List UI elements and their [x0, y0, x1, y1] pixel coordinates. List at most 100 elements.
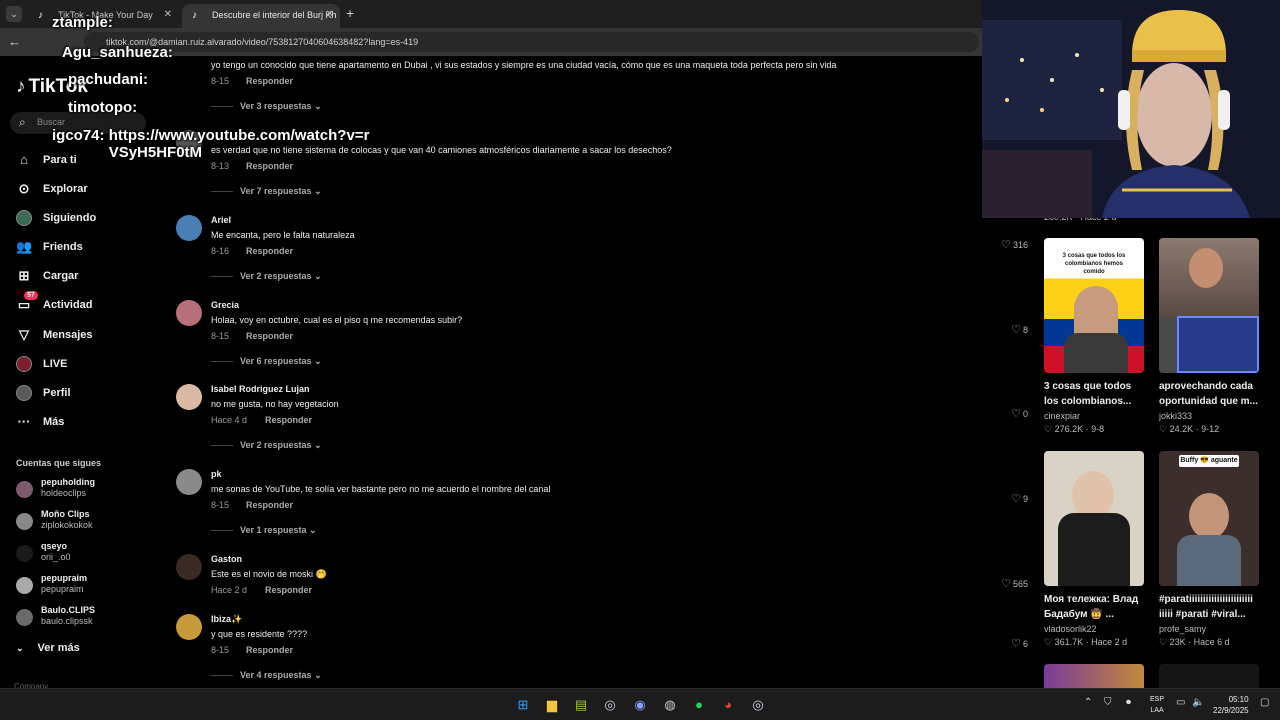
- followed-account[interactable]: pepuholding holdeoclips: [16, 477, 156, 503]
- comment-text: me sonas de YouTube, te solía ver bastan…: [211, 484, 551, 494]
- view-replies-button[interactable]: Ver 6 respuestas ⌄: [211, 356, 322, 367]
- view-replies-label: Ver 3 respuestas: [240, 101, 312, 111]
- video-author[interactable]: profe_samy: [1159, 624, 1259, 634]
- spotify-icon[interactable]: ●: [689, 695, 709, 715]
- tab-list-button[interactable]: ⌄: [6, 6, 22, 22]
- video-card[interactable]: Моя тележка: Влад Бадабум 🤠 ... vladosor…: [1044, 451, 1144, 648]
- notification-icon[interactable]: ▢: [1260, 697, 1269, 708]
- followed-account[interactable]: Moño Clips ziplokokokok: [16, 509, 156, 535]
- clock[interactable]: 05:10 22/9/2025: [1213, 694, 1249, 716]
- close-tab-icon[interactable]: ✕: [326, 9, 334, 20]
- nav-perfil[interactable]: Perfil: [16, 385, 156, 405]
- person-shirt: [1064, 333, 1128, 373]
- video-thumbnail[interactable]: [1044, 664, 1144, 688]
- video-thumbnail[interactable]: 3 cosas que todos los colombianos hemos …: [1044, 238, 1144, 373]
- network-icon[interactable]: ▭: [1176, 697, 1185, 708]
- security-icon[interactable]: ⛉: [1104, 697, 1112, 708]
- browser-tab-active[interactable]: ♪ Descubre el interior del Burj Kh ✕: [182, 4, 340, 28]
- see-more-button[interactable]: ⌄ Ver más: [16, 642, 80, 654]
- like-button[interactable]: ♡ 0: [1011, 407, 1028, 420]
- reply-button[interactable]: Responder: [246, 500, 293, 510]
- nav-actividad[interactable]: ▭ 57 Actividad: [16, 291, 156, 317]
- discord-icon[interactable]: ◉: [630, 695, 650, 715]
- file-explorer-icon[interactable]: ▆: [542, 695, 562, 715]
- video-title[interactable]: 3 cosas que todos los colombianos...: [1044, 379, 1144, 409]
- nav-label: Perfil: [43, 387, 71, 399]
- video-author[interactable]: cinexpiar: [1044, 411, 1144, 421]
- comment-username[interactable]: pk: [211, 469, 222, 479]
- comment-username[interactable]: Ibiza✨: [211, 614, 242, 625]
- nav-siguiendo[interactable]: Siguiendo: [16, 210, 156, 230]
- reply-button[interactable]: Responder: [246, 76, 293, 86]
- like-button[interactable]: ♡ 9: [1011, 492, 1028, 505]
- avatar: [176, 384, 202, 410]
- like-button[interactable]: ♡ 8: [1011, 323, 1028, 336]
- view-replies-button[interactable]: Ver 1 respuesta ⌄: [211, 525, 317, 536]
- video-likes: 24.2K: [1169, 424, 1194, 434]
- nav-live[interactable]: LIVE: [16, 356, 156, 376]
- like-count: 565: [1012, 579, 1028, 589]
- reply-button[interactable]: Responder: [246, 246, 293, 256]
- nav-friends[interactable]: 👥 Friends: [16, 239, 156, 259]
- obs-icon[interactable]: ◍: [660, 695, 680, 715]
- followed-account[interactable]: pepupraim pepupraim: [16, 573, 156, 599]
- video-card[interactable]: Buffy 😎 aguante #paratiiiiiiiiiiiiiiiiii…: [1159, 451, 1259, 648]
- like-button[interactable]: ♡ 565: [1001, 577, 1028, 590]
- chevron-up-icon[interactable]: ⌃: [1084, 697, 1092, 708]
- video-title[interactable]: aprovechando cada oportunidad que m...: [1159, 379, 1259, 409]
- new-tab-button[interactable]: +: [346, 5, 354, 21]
- windows-start-icon[interactable]: ⊞: [513, 695, 533, 715]
- comment-username[interactable]: Grecia: [211, 300, 239, 310]
- volume-icon[interactable]: 🔈: [1192, 697, 1204, 708]
- video-card[interactable]: aprovechando cada oportunidad que m... j…: [1159, 238, 1259, 435]
- video-card[interactable]: 3 cosas que todos los colombianos hemos …: [1044, 238, 1144, 435]
- nav-mas[interactable]: ··· Más: [16, 414, 156, 434]
- video-date: Hace 6 d: [1193, 637, 1230, 647]
- url-field[interactable]: tiktok.com/@damian.ruiz.alvarado/video/7…: [84, 32, 979, 52]
- send-icon: ▽: [19, 327, 29, 342]
- view-replies-button[interactable]: Ver 3 respuestas ⌄: [211, 101, 322, 112]
- video-thumbnail[interactable]: [1159, 664, 1259, 688]
- video-thumbnail[interactable]: Buffy 😎 aguante: [1159, 451, 1259, 586]
- reply-button[interactable]: Responder: [246, 161, 293, 171]
- view-replies-button[interactable]: Ver 2 respuestas ⌄: [211, 271, 322, 282]
- language-indicator[interactable]: ESP LAA: [1150, 694, 1164, 716]
- view-replies-button[interactable]: Ver 4 respuestas ⌄: [211, 670, 322, 681]
- like-button[interactable]: ♡ 6: [1011, 637, 1028, 650]
- view-replies-button[interactable]: Ver 7 respuestas ⌄: [211, 186, 322, 197]
- heart-icon: ♡: [1001, 578, 1011, 590]
- video-author[interactable]: jokki333: [1159, 411, 1259, 421]
- like-button[interactable]: ♡ 316: [1001, 238, 1028, 251]
- video-thumbnail[interactable]: [1159, 238, 1259, 373]
- app-icon[interactable]: ▤: [571, 695, 591, 715]
- mic-icon[interactable]: ⏺: [1126, 697, 1131, 708]
- nav-cargar[interactable]: ⊞ Cargar: [16, 268, 156, 288]
- reply-button[interactable]: Responder: [246, 331, 293, 341]
- view-replies-label: Ver 4 respuestas: [240, 670, 312, 680]
- chrome-icon[interactable]: ◕: [718, 695, 738, 715]
- reply-button[interactable]: Responder: [265, 585, 312, 595]
- steam-icon[interactable]: ◎: [748, 695, 768, 715]
- comment-text: Este es el novio de moski 🤭: [211, 569, 327, 579]
- nav-explorar[interactable]: ⊙ Explorar: [16, 181, 156, 201]
- followed-account[interactable]: Baulo.CLIPS baulo.clipssk: [16, 605, 156, 631]
- back-arrow-icon[interactable]: ←: [8, 34, 21, 49]
- steam-icon[interactable]: ◎: [600, 695, 620, 715]
- account-name: Moño Clips: [41, 509, 90, 519]
- reply-button[interactable]: Responder: [246, 645, 293, 655]
- video-title[interactable]: Моя тележка: Влад Бадабум 🤠 ...: [1044, 592, 1144, 622]
- comment-username[interactable]: Gaston: [211, 554, 242, 564]
- video-thumbnail[interactable]: [1044, 451, 1144, 586]
- comment-username[interactable]: Ariel: [211, 215, 231, 225]
- video-author[interactable]: vladosorlik22: [1044, 624, 1144, 634]
- close-tab-icon[interactable]: ✕: [164, 9, 172, 20]
- chat-username: pachudani:: [68, 71, 149, 88]
- webcam-overlay: [982, 0, 1280, 218]
- view-replies-button[interactable]: Ver 2 respuestas ⌄: [211, 440, 322, 451]
- comment-username[interactable]: Isabel Rodriguez Lujan: [211, 384, 310, 394]
- reply-button[interactable]: Responder: [265, 415, 312, 425]
- video-title[interactable]: #paratiiiiiiiiiiiiiiiiiiiiiii iiiii #par…: [1159, 592, 1259, 622]
- nav-mensajes[interactable]: ▽ Mensajes: [16, 327, 156, 347]
- followed-account[interactable]: qseyo orii_.o0: [16, 541, 156, 567]
- account-name: pepuholding: [41, 477, 95, 487]
